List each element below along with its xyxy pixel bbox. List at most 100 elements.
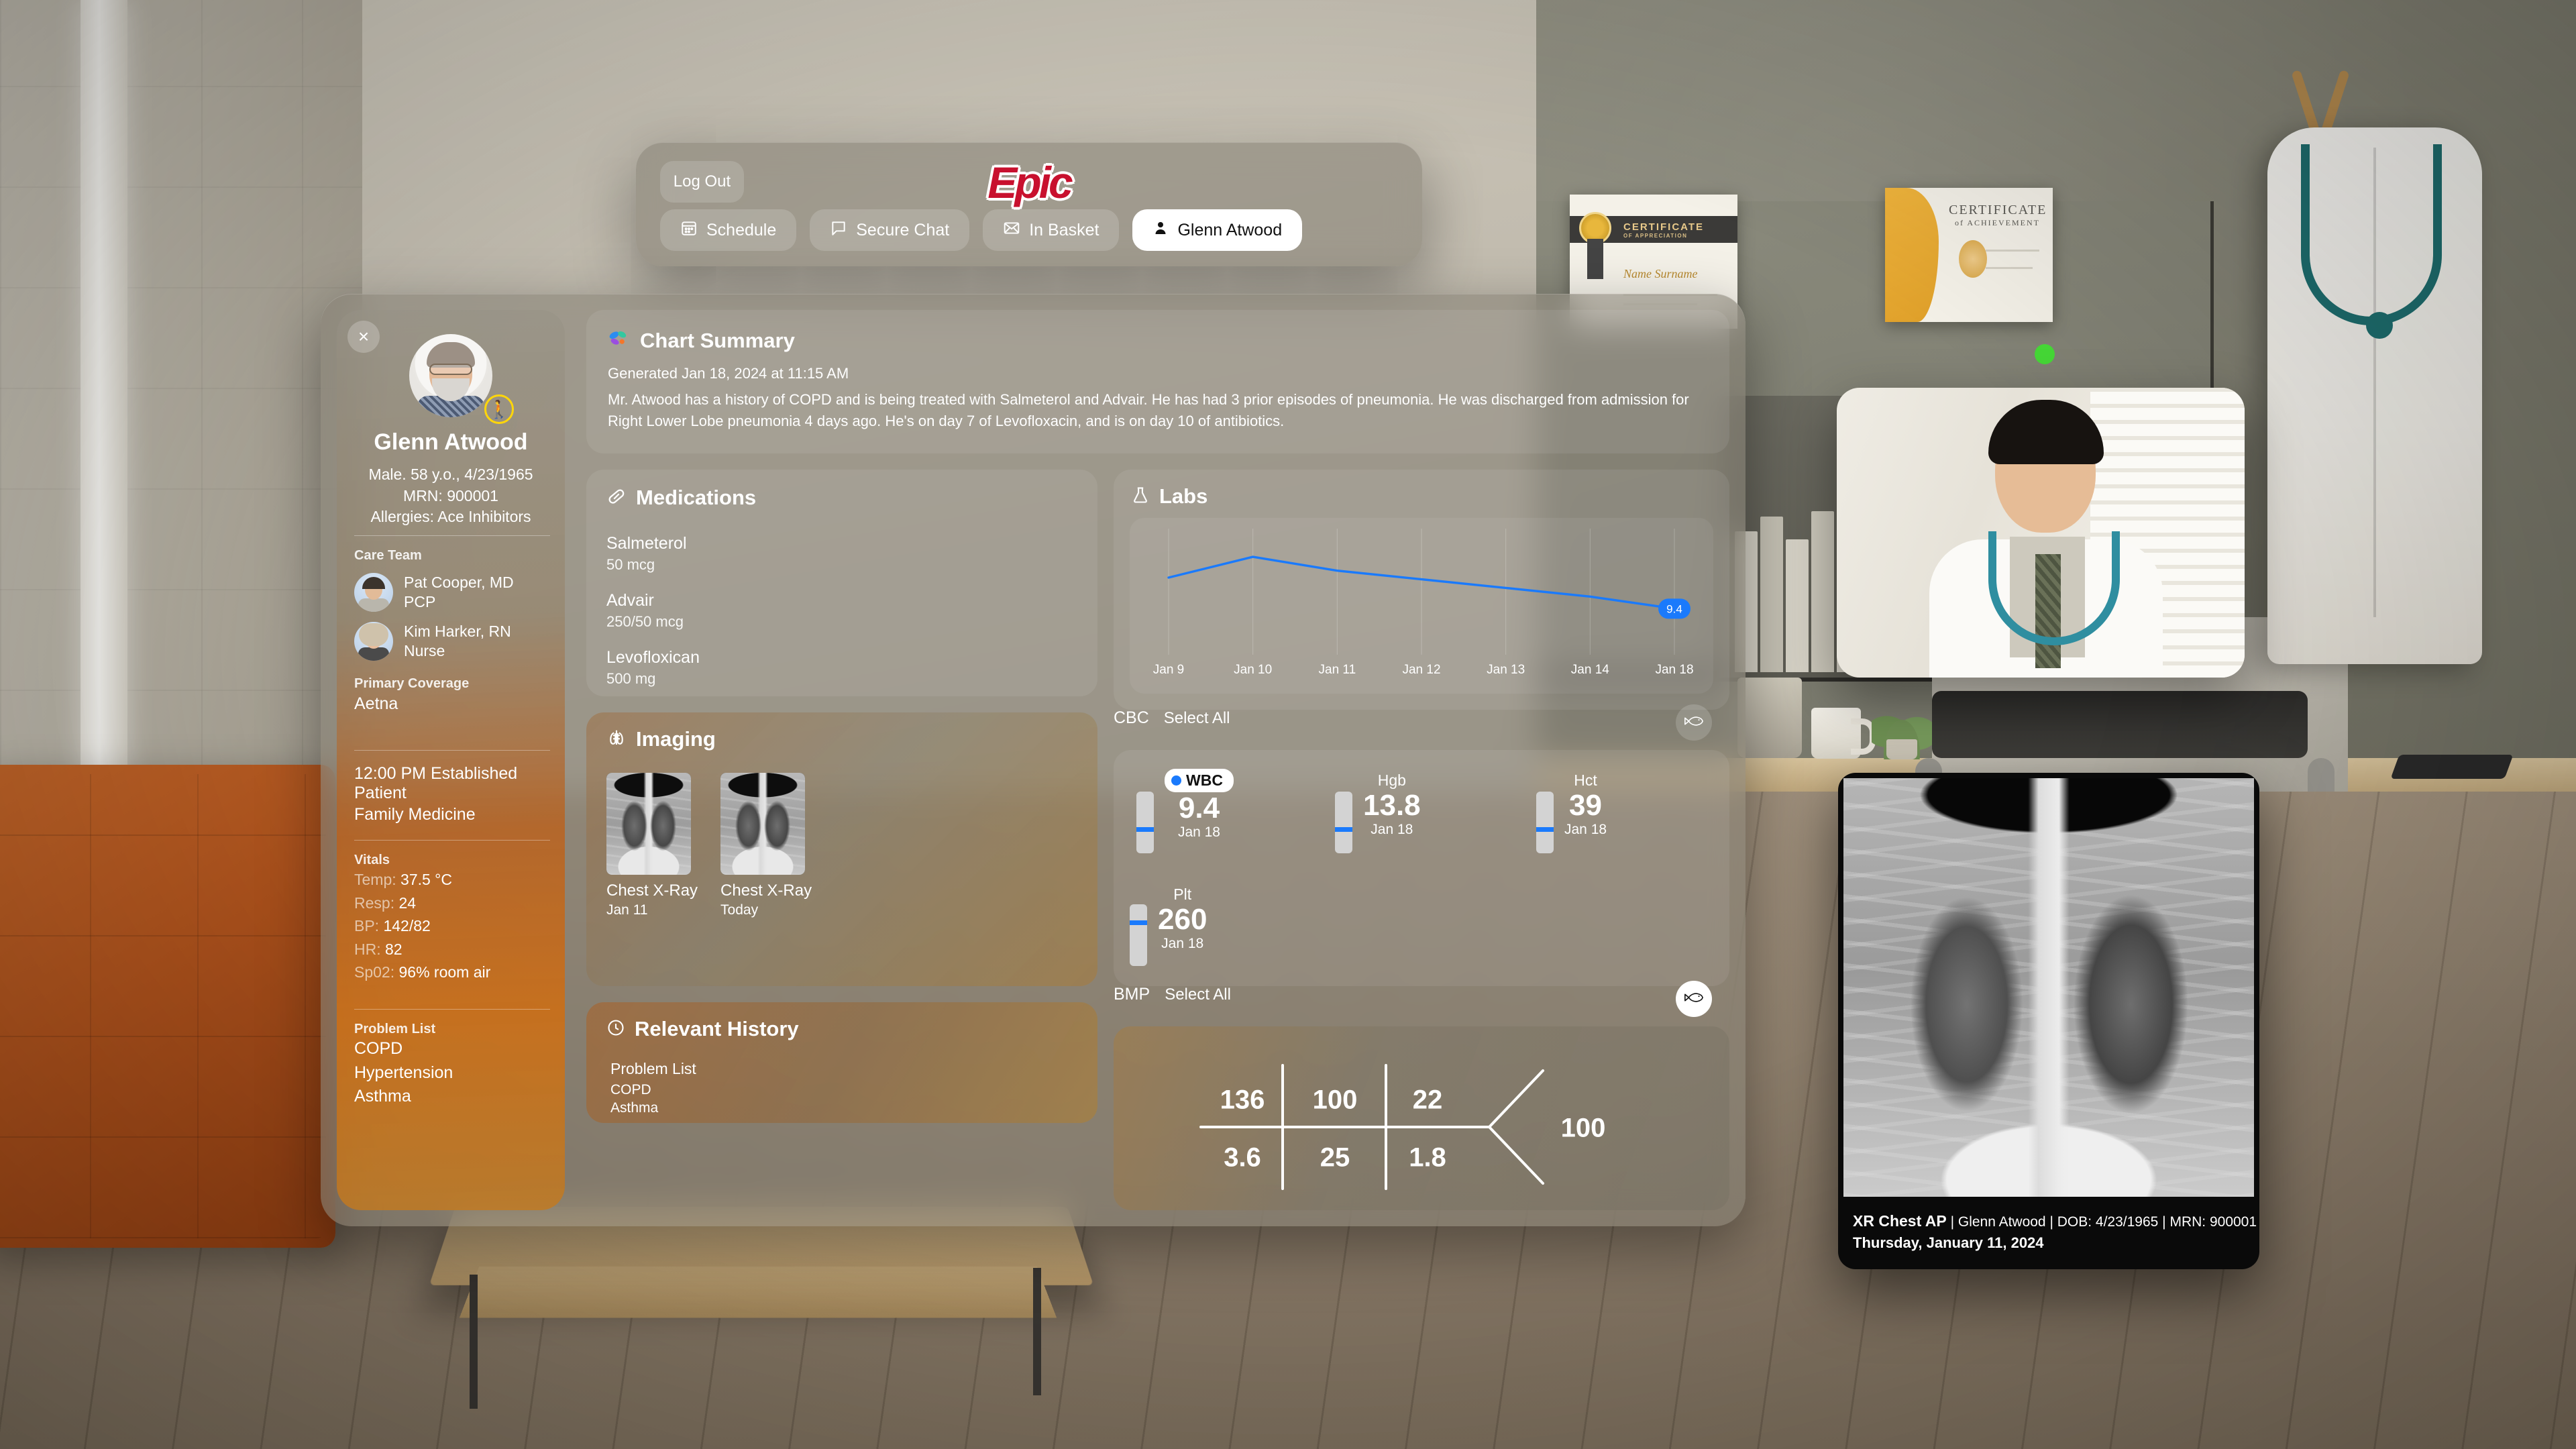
list-item: COPD: [610, 1082, 696, 1098]
lab-value: 13.8: [1363, 790, 1421, 822]
bmp-fishbone-button[interactable]: [1676, 981, 1712, 1017]
medication-row[interactable]: Salmeterol 50 mcg: [606, 534, 700, 574]
chart-summary-title: Chart Summary: [640, 329, 795, 353]
medication-row[interactable]: Levofloxican 500 mg: [606, 648, 700, 688]
chart-summary-body: Mr. Atwood has a history of COPD and is …: [608, 389, 1703, 432]
bmp-section-header: BMP Select All: [1114, 985, 1231, 1004]
labs-title: Labs: [1159, 484, 1208, 508]
svg-text:Jan 14: Jan 14: [1571, 663, 1609, 677]
vital-temp: Temp: 37.5 °C: [354, 868, 550, 892]
video-call-window[interactable]: [1837, 388, 2245, 678]
hanging-stethoscope: [2301, 144, 2442, 325]
bmp-bun: 22: [1413, 1085, 1443, 1116]
care-team-member-pat-cooper[interactable]: Pat Cooper, MD PCP: [354, 573, 550, 612]
medications-title: Medications: [636, 486, 756, 510]
patient-chart-window: × 🚶 Glenn Atwood Male. 58 y.o., 4/23/196…: [321, 294, 1746, 1226]
vital-resp: Resp: 24: [354, 892, 550, 915]
lab-result-hct[interactable]: Hct 39 Jan 18: [1536, 769, 1607, 853]
lab-gauge: [1536, 792, 1554, 853]
imaging-title: Imaging: [636, 727, 716, 751]
flask-icon: [1131, 486, 1150, 508]
avatar: [354, 573, 393, 612]
wbc-trend-chart[interactable]: 9.4 Jan 9 Jan 10 Jan 11 Jan 12 Jan 13 Jan 14 Ja…: [1130, 518, 1713, 694]
patient-sidebar: × 🚶 Glenn Atwood Male. 58 y.o., 4/23/196…: [337, 310, 565, 1210]
nav-tab-list: Schedule Secure Chat In Basket Glenn Atw…: [660, 209, 1302, 251]
imaging-study-thumb[interactable]: Chest X-Ray Today: [720, 773, 812, 918]
divider: [354, 750, 550, 751]
bmp-chloride: 100: [1313, 1085, 1358, 1116]
close-icon[interactable]: ×: [347, 321, 380, 353]
chest-xray-image: [1843, 778, 2254, 1197]
imaging-study-thumb[interactable]: Chest X-Ray Jan 11: [606, 773, 698, 918]
cbc-fishbone-button[interactable]: [1676, 704, 1712, 741]
bmp-select-all-button[interactable]: Select All: [1165, 985, 1231, 1004]
cbc-results-panel: WBC 9.4 Jan 18 Hgb 13.8 Jan 18 Hct 39 Ja…: [1114, 750, 1729, 986]
epic-logo: Epic: [636, 157, 1422, 208]
imaging-study-date: Today: [720, 902, 812, 918]
vitals-label: Vitals: [354, 853, 550, 868]
office-chair-back: [1932, 691, 2308, 758]
medication-row[interactable]: Advair 250/50 mcg: [606, 591, 700, 631]
tab-schedule[interactable]: Schedule: [660, 209, 796, 251]
lab-date: Jan 18: [1165, 824, 1234, 841]
lab-result-hgb[interactable]: Hgb 13.8 Jan 18: [1335, 769, 1421, 853]
divider: [354, 535, 550, 536]
table-leg: [470, 1275, 478, 1409]
tablet-device: [2390, 755, 2513, 779]
potted-plant: [1872, 698, 1932, 759]
avatar: [409, 334, 492, 417]
pill-icon: [606, 486, 627, 510]
envelope-icon: [1003, 219, 1020, 241]
clock-icon: [606, 1018, 625, 1040]
lab-gauge: [1130, 904, 1147, 966]
chart-summary-timestamp: Generated Jan 18, 2024 at 11:15 AM: [608, 365, 849, 382]
cbc-select-all-button[interactable]: Select All: [1164, 709, 1230, 728]
pen-cup: [1737, 678, 1802, 758]
tab-secure-chat[interactable]: Secure Chat: [810, 209, 969, 251]
lab-name-hct: Hct: [1564, 771, 1607, 790]
lab-result-wbc[interactable]: WBC 9.4 Jan 18: [1136, 769, 1234, 853]
medication-name: Salmeterol: [606, 534, 700, 553]
care-member-name: Kim Harker, RN: [404, 622, 511, 641]
tab-in-basket[interactable]: In Basket: [983, 209, 1119, 251]
close-glyph: ×: [358, 327, 369, 346]
care-member-name: Pat Cooper, MD: [404, 573, 514, 592]
lab-gauge: [1136, 792, 1154, 853]
medication-name: Levofloxican: [606, 648, 700, 667]
lab-date: Jan 18: [1158, 936, 1207, 952]
xray-study-name: XR Chest AP: [1853, 1212, 1947, 1230]
relevant-history-title: Relevant History: [635, 1017, 799, 1041]
svg-text:9.4: 9.4: [1666, 602, 1682, 615]
status-indicator-dot: [2035, 344, 2055, 364]
lab-name-wbc: WBC: [1165, 769, 1234, 792]
list-item: COPD: [354, 1037, 550, 1061]
ai-sparkle-icon: [608, 327, 631, 354]
table-leg: [1033, 1268, 1041, 1395]
svg-text:Jan 10: Jan 10: [1234, 663, 1272, 677]
medication-dose: 250/50 mcg: [606, 613, 700, 631]
lab-result-plt[interactable]: Plt 260 Jan 18: [1130, 884, 1207, 966]
person-icon: [1152, 220, 1169, 241]
care-team-member-kim-harker[interactable]: Kim Harker, RN Nurse: [354, 622, 550, 661]
xray-viewer-window[interactable]: XR Chest AP | Glenn Atwood | DOB: 4/23/1…: [1838, 773, 2259, 1269]
imaging-study-label: Chest X-Ray: [720, 881, 812, 900]
divider: [354, 1009, 550, 1010]
leather-sofa: [0, 765, 335, 1248]
svg-text:Jan 11: Jan 11: [1319, 663, 1356, 677]
list-item: Asthma: [354, 1085, 550, 1109]
vital-spo2: Sp02: 96% room air: [354, 961, 550, 984]
tab-schedule-label: Schedule: [706, 221, 776, 240]
imaging-study-label: Chest X-Ray: [606, 881, 698, 900]
appointment-department: Family Medicine: [354, 805, 550, 824]
bmp-fishbone-panel[interactable]: 136 100 22 100 3.6 25 1.8: [1114, 1026, 1729, 1210]
list-item: Hypertension: [354, 1061, 550, 1085]
medication-dose: 500 mg: [606, 670, 700, 688]
list-item: Asthma: [610, 1100, 696, 1116]
doctor-hair: [1988, 400, 2104, 464]
bmp-label: BMP: [1114, 985, 1150, 1004]
tab-patient-glenn-atwood[interactable]: Glenn Atwood: [1132, 209, 1302, 251]
xray-study-date: Thursday, January 11, 2024: [1853, 1234, 2257, 1252]
certificate-of-achievement: CERTIFICATE of ACHIEVEMENT: [1885, 188, 2053, 322]
relevant-history-card: Relevant History Problem List COPD Asthm…: [586, 1002, 1097, 1123]
xray-patient-meta: | Glenn Atwood | DOB: 4/23/1965 | MRN: 9…: [1947, 1214, 2257, 1230]
